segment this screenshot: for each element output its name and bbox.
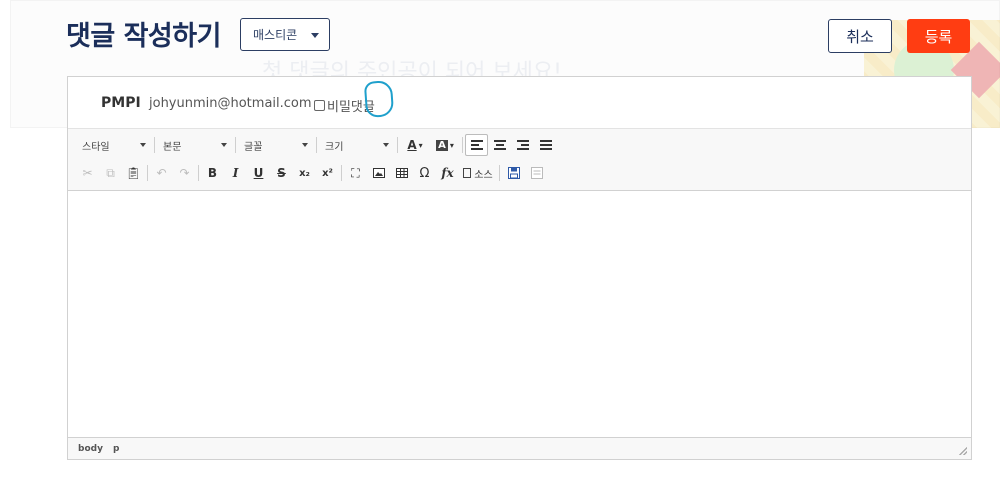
save-button[interactable] xyxy=(502,162,525,184)
caret-down-icon xyxy=(140,143,146,147)
templates-button[interactable] xyxy=(525,162,548,184)
align-left-button[interactable] xyxy=(465,134,488,156)
cut-button[interactable]: ✂ xyxy=(76,162,99,184)
undo-button[interactable]: ↶ xyxy=(150,162,173,184)
image-button[interactable] xyxy=(367,162,390,184)
table-icon xyxy=(395,168,408,178)
superscript-button[interactable]: x² xyxy=(316,162,339,184)
text-color-button[interactable]: A ▾ xyxy=(400,134,430,156)
clipboard-icon: 📋︎ xyxy=(125,166,142,180)
emoticon-dropdown[interactable]: 매스티콘 xyxy=(240,18,330,51)
secret-comment-checkbox[interactable]: 비밀댓글 xyxy=(314,96,375,115)
source-icon xyxy=(463,168,472,178)
maximize-button[interactable]: ⛶ xyxy=(344,162,367,184)
cancel-button[interactable]: 취소 xyxy=(828,19,892,53)
underline-button[interactable]: U xyxy=(247,162,270,184)
subscript-button[interactable]: x₂ xyxy=(293,162,316,184)
path-body[interactable]: body xyxy=(78,444,103,454)
editor-content-area[interactable] xyxy=(68,191,971,437)
comment-editor: PMPI johyunmin@hotmail.com 비밀댓글 스타일 본문 글… xyxy=(67,76,972,460)
submit-button[interactable]: 등록 xyxy=(907,19,970,53)
paste-button[interactable]: 📋︎ xyxy=(122,162,145,184)
align-right-icon xyxy=(516,140,529,150)
source-button[interactable]: 소스 xyxy=(459,162,497,184)
formula-button[interactable]: fx xyxy=(436,162,459,184)
image-icon xyxy=(372,168,385,178)
source-label: 소스 xyxy=(474,169,493,181)
background-color-icon: A xyxy=(436,139,448,151)
toolbar-row-1: 스타일 본문 글꼴 크기 A ▾ A ▾ xyxy=(76,133,557,157)
page-title: 댓글 작성하기 xyxy=(66,21,221,52)
background-color-button[interactable]: A ▾ xyxy=(430,134,460,156)
font-combo[interactable]: 글꼴 xyxy=(238,135,314,155)
undo-icon: ↶ xyxy=(156,166,167,180)
font-size-combo[interactable]: 크기 xyxy=(319,135,395,155)
align-left-icon xyxy=(470,140,483,150)
path-p[interactable]: p xyxy=(113,444,119,454)
table-button[interactable] xyxy=(390,162,413,184)
bold-button[interactable]: B xyxy=(201,162,224,184)
element-path-bar: body p xyxy=(68,437,971,459)
align-justify-button[interactable] xyxy=(534,134,557,156)
strikethrough-button[interactable]: S xyxy=(270,162,293,184)
toolbar-row-2: ✂ ⧉ 📋︎ ↶ ↷ B I U S x₂ x² ⛶ Ω fx 소스 xyxy=(76,161,548,185)
secret-comment-label: 비밀댓글 xyxy=(327,100,375,115)
scissors-icon: ✂ xyxy=(82,166,93,180)
emoticon-label: 매스티콘 xyxy=(253,28,298,42)
special-char-button[interactable]: Ω xyxy=(413,162,436,184)
author-name: PMPI xyxy=(101,95,141,111)
caret-down-icon xyxy=(302,143,308,147)
resize-handle[interactable] xyxy=(959,447,967,455)
author-email: johyunmin@hotmail.com xyxy=(149,96,312,111)
align-center-button[interactable] xyxy=(488,134,511,156)
caret-down-icon xyxy=(311,33,319,38)
text-color-icon: A xyxy=(407,138,417,152)
align-justify-icon xyxy=(539,140,552,150)
author-info: PMPI johyunmin@hotmail.com 비밀댓글 xyxy=(68,77,971,129)
caret-down-icon xyxy=(383,143,389,147)
format-combo[interactable]: 본문 xyxy=(157,135,233,155)
editor-toolbar: 스타일 본문 글꼴 크기 A ▾ A ▾ ✂ ⧉ 📋︎ ↶ ↷ B I U S … xyxy=(68,129,971,191)
template-icon xyxy=(530,167,543,179)
copy-button[interactable]: ⧉ xyxy=(99,162,122,184)
copy-icon: ⧉ xyxy=(106,165,115,180)
align-right-button[interactable] xyxy=(511,134,534,156)
align-center-icon xyxy=(493,140,506,150)
save-icon xyxy=(507,167,520,179)
checkbox-icon[interactable] xyxy=(314,100,325,111)
caret-down-icon xyxy=(221,143,227,147)
redo-icon: ↷ xyxy=(179,166,190,180)
redo-button[interactable]: ↷ xyxy=(173,162,196,184)
maximize-icon: ⛶ xyxy=(351,165,360,180)
italic-button[interactable]: I xyxy=(224,162,247,184)
style-combo[interactable]: 스타일 xyxy=(76,135,152,155)
